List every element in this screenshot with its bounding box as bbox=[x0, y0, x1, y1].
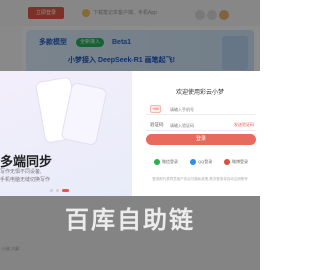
agreement-text: 登录即代表同意用户协议与隐私政策,首次登录将自动注册账号 bbox=[152, 177, 248, 181]
carousel-dot-active[interactable] bbox=[62, 189, 69, 192]
qq-icon bbox=[190, 158, 196, 165]
carousel-dots[interactable] bbox=[50, 189, 80, 192]
carousel-dot[interactable] bbox=[50, 189, 53, 192]
login-button[interactable]: 登录 bbox=[146, 134, 256, 145]
country-code-select[interactable]: +86 bbox=[150, 105, 161, 113]
send-code-button[interactable]: 发送验证码 bbox=[234, 122, 254, 128]
carousel-subtitle-1: 写作无惧不同设备, bbox=[0, 169, 42, 175]
login-modal: 多端同步 写作无惧不同设备, 手机电脑无缝切换写作 欢迎使用彩云小梦 +86 验… bbox=[0, 71, 260, 196]
carousel-dot[interactable] bbox=[56, 189, 59, 192]
qq-login-button[interactable]: QQ登录 bbox=[190, 157, 212, 167]
login-title: 欢迎使用彩云小梦 bbox=[175, 90, 224, 96]
weibo-login-button[interactable]: 微博登录 bbox=[224, 157, 248, 167]
code-label: 验证码 bbox=[150, 122, 164, 127]
weibo-icon bbox=[224, 158, 230, 165]
code-field: 验证码 发送验证码 bbox=[146, 119, 256, 131]
phone-input[interactable] bbox=[170, 105, 230, 113]
carousel-subtitle-2: 手机电脑无缝切换写作 bbox=[0, 177, 51, 183]
watermark-text: 百库自助链 bbox=[65, 206, 195, 234]
modal-carousel: 多端同步 写作无惧不同设备, 手机电脑无缝切换写作 bbox=[0, 71, 132, 196]
wechat-icon bbox=[154, 158, 160, 165]
code-input[interactable] bbox=[170, 121, 230, 129]
wechat-login-label: 微信登录 bbox=[162, 159, 178, 164]
qq-login-label: QQ登录 bbox=[198, 159, 213, 164]
weibo-login-label: 微博登录 bbox=[232, 159, 248, 164]
oauth-options: 微信登录 QQ登录 微博登录 bbox=[154, 157, 254, 167]
login-form: 欢迎使用彩云小梦 +86 验证码 发送验证码 登录 微信登录 QQ登录 微博登录… bbox=[140, 71, 260, 196]
phone-field: +86 bbox=[146, 103, 256, 115]
wechat-login-button[interactable]: 微信登录 bbox=[154, 157, 178, 167]
